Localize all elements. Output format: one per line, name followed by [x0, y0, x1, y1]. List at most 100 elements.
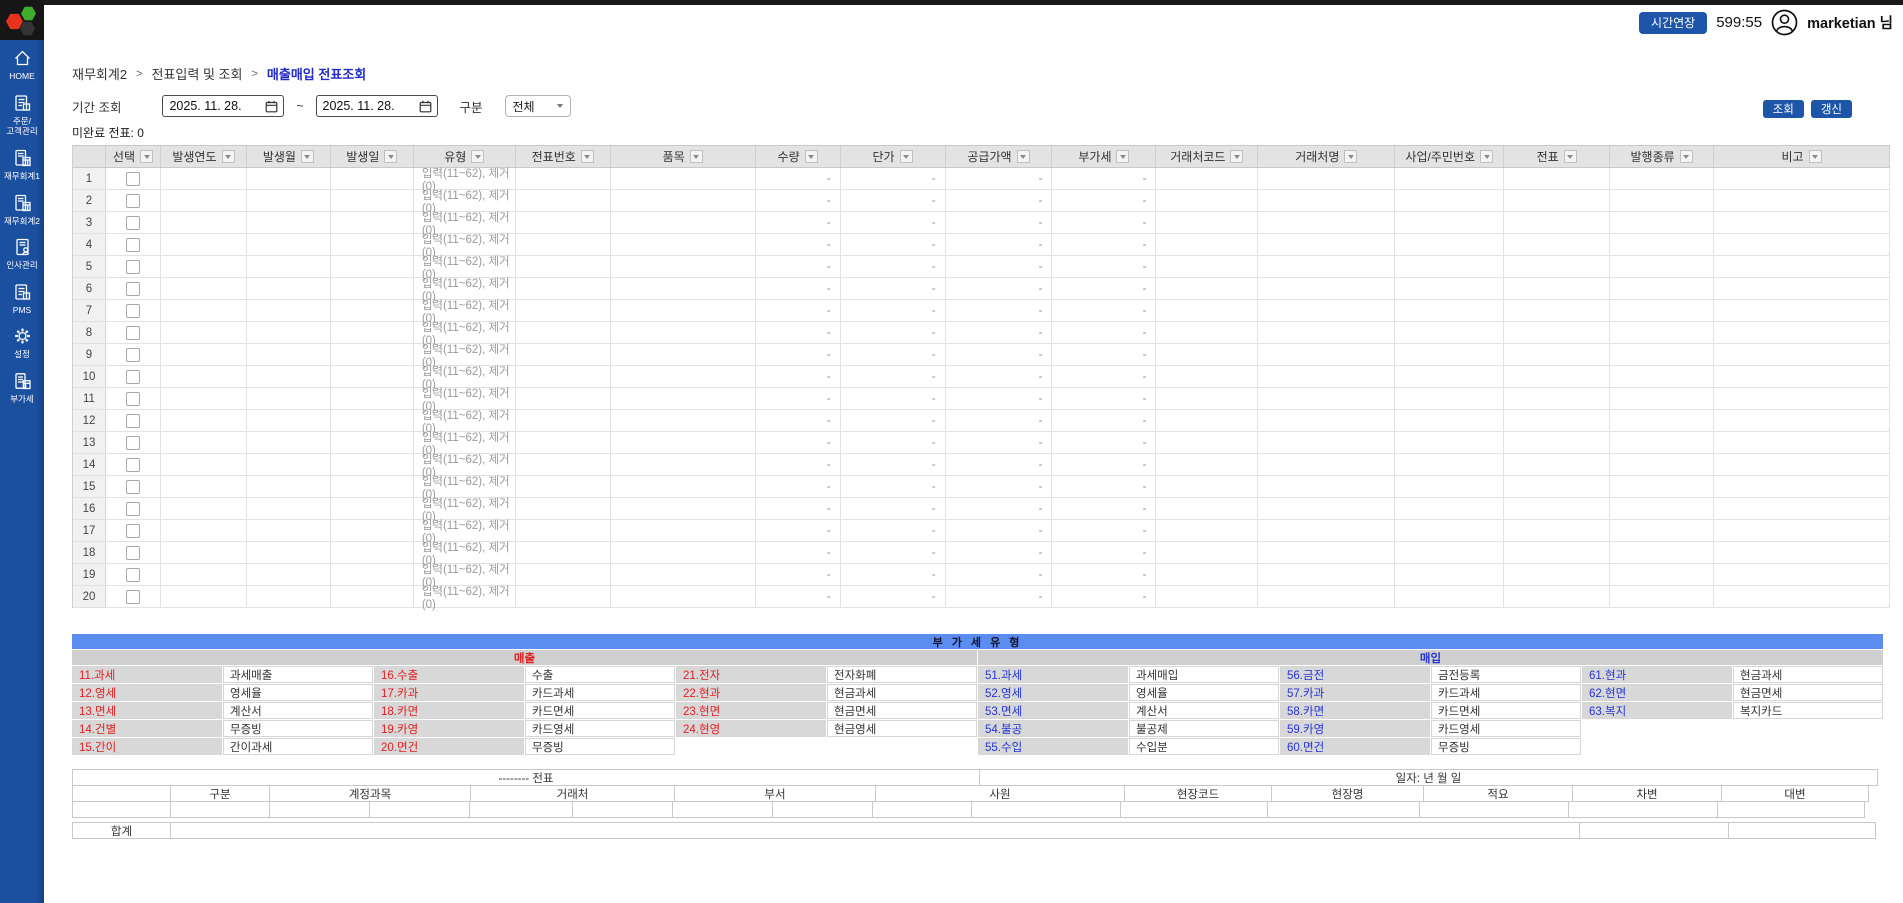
filter-icon[interactable] — [222, 150, 235, 163]
table-row[interactable]: 19입력(11~62), 제거(0)---- — [73, 564, 1890, 586]
column-header[interactable]: 공급가액 — [946, 146, 1053, 167]
row-checkbox[interactable] — [126, 392, 140, 406]
row-checkbox[interactable] — [126, 172, 140, 186]
filter-icon[interactable] — [301, 150, 314, 163]
vat-code: 21.전자 — [676, 666, 826, 683]
row-checkbox[interactable] — [126, 458, 140, 472]
sidebar-item-부가세[interactable]: 부가세 — [0, 371, 44, 405]
row-checkbox[interactable] — [126, 436, 140, 450]
filter-icon[interactable] — [1017, 150, 1030, 163]
table-row[interactable]: 4입력(11~62), 제거(0)---- — [73, 234, 1890, 256]
row-checkbox[interactable] — [126, 568, 140, 582]
table-row[interactable]: 1입력(11~62), 제거(0)---- — [73, 168, 1890, 190]
row-checkbox[interactable] — [126, 502, 140, 516]
table-row[interactable]: 15입력(11~62), 제거(0)---- — [73, 476, 1890, 498]
filter-icon[interactable] — [1230, 150, 1243, 163]
row-checkbox[interactable] — [126, 414, 140, 428]
table-row[interactable]: 13입력(11~62), 제거(0)---- — [73, 432, 1890, 454]
column-header[interactable]: 전표번호 — [516, 146, 611, 167]
column-header[interactable]: 부가세 — [1052, 146, 1156, 167]
filter-icon[interactable] — [384, 150, 397, 163]
refresh-button[interactable]: 갱신 — [1811, 100, 1852, 118]
table-row[interactable]: 7입력(11~62), 제거(0)---- — [73, 300, 1890, 322]
row-checkbox[interactable] — [126, 194, 140, 208]
filter-icon[interactable] — [1809, 150, 1822, 163]
column-header[interactable]: 수량 — [756, 146, 841, 167]
table-row[interactable]: 9입력(11~62), 제거(0)---- — [73, 344, 1890, 366]
table-row[interactable]: 17입력(11~62), 제거(0)---- — [73, 520, 1890, 542]
filter-icon[interactable] — [1344, 150, 1357, 163]
breadcrumb-menu[interactable]: 전표입력 및 조회 — [152, 64, 243, 83]
app-logo[interactable] — [0, 0, 44, 40]
avatar[interactable] — [1771, 9, 1798, 36]
filter-icon[interactable] — [1480, 150, 1493, 163]
sidebar-item-주문-고객관리[interactable]: 주문/고객관리 — [0, 93, 44, 137]
filter-icon[interactable] — [1116, 150, 1129, 163]
row-checkbox[interactable] — [126, 282, 140, 296]
calendar-icon[interactable] — [265, 100, 278, 113]
table-row[interactable]: 5입력(11~62), 제거(0)---- — [73, 256, 1890, 278]
table-row[interactable]: 8입력(11~62), 제거(0)---- — [73, 322, 1890, 344]
column-header[interactable]: 사업/주민번호 — [1395, 146, 1504, 167]
cell-사업/주민번호 — [1395, 168, 1504, 189]
sidebar-item-pms[interactable]: PMS — [0, 282, 44, 316]
row-checkbox[interactable] — [126, 480, 140, 494]
row-checkbox[interactable] — [126, 216, 140, 230]
row-checkbox[interactable] — [126, 304, 140, 318]
cell-수량: - — [756, 432, 841, 453]
cell-비고 — [1714, 168, 1890, 189]
table-row[interactable]: 12입력(11~62), 제거(0)---- — [73, 410, 1890, 432]
row-checkbox[interactable] — [126, 524, 140, 538]
date-from-input[interactable]: 2025. 11. 28. — [162, 95, 284, 117]
sidebar-item-재무회계2[interactable]: 재무회계2 — [0, 193, 44, 227]
table-row[interactable]: 20입력(11~62), 제거(0)---- — [73, 586, 1890, 608]
extend-time-button[interactable]: 시간연장 — [1639, 12, 1707, 34]
row-checkbox[interactable] — [126, 370, 140, 384]
table-row[interactable]: 6입력(11~62), 제거(0)---- — [73, 278, 1890, 300]
date-to-input[interactable]: 2025. 11. 28. — [316, 95, 438, 117]
table-row[interactable]: 3입력(11~62), 제거(0)---- — [73, 212, 1890, 234]
sidebar-item-설정[interactable]: 설정 — [0, 326, 44, 360]
sidebar-item-재무회계1[interactable]: 재무회계1 — [0, 148, 44, 182]
breadcrumb-module[interactable]: 재무회계2 — [72, 64, 127, 83]
filter-icon[interactable] — [140, 150, 153, 163]
column-header[interactable]: 발생월 — [247, 146, 331, 167]
filter-icon[interactable] — [581, 150, 594, 163]
filter-icon[interactable] — [1564, 150, 1577, 163]
calendar-icon[interactable] — [419, 100, 432, 113]
slip-total-credit — [1728, 822, 1876, 839]
column-header[interactable]: 발생연도 — [161, 146, 247, 167]
column-header[interactable]: 선택 — [106, 146, 161, 167]
column-header[interactable]: 비고 — [1714, 146, 1890, 167]
filter-icon[interactable] — [471, 150, 484, 163]
table-row[interactable]: 14입력(11~62), 제거(0)---- — [73, 454, 1890, 476]
filter-icon[interactable] — [805, 150, 818, 163]
table-row[interactable]: 11입력(11~62), 제거(0)---- — [73, 388, 1890, 410]
row-checkbox[interactable] — [126, 238, 140, 252]
finance2-icon — [12, 193, 33, 213]
search-button[interactable]: 조회 — [1763, 100, 1804, 118]
cell-선택 — [106, 454, 161, 475]
category-select[interactable]: 전체 — [505, 95, 571, 117]
row-checkbox[interactable] — [126, 348, 140, 362]
row-checkbox[interactable] — [126, 260, 140, 274]
sidebar-item-home[interactable]: HOME — [0, 48, 44, 82]
table-row[interactable]: 10입력(11~62), 제거(0)---- — [73, 366, 1890, 388]
table-row[interactable]: 16입력(11~62), 제거(0)---- — [73, 498, 1890, 520]
column-header[interactable]: 거래처코드 — [1156, 146, 1258, 167]
filter-icon[interactable] — [1680, 150, 1693, 163]
table-row[interactable]: 2입력(11~62), 제거(0)---- — [73, 190, 1890, 212]
column-header[interactable]: 전표 — [1504, 146, 1610, 167]
row-checkbox[interactable] — [126, 546, 140, 560]
table-row[interactable]: 18입력(11~62), 제거(0)---- — [73, 542, 1890, 564]
column-header[interactable]: 품목 — [611, 146, 756, 167]
row-checkbox[interactable] — [126, 326, 140, 340]
column-header[interactable]: 단가 — [841, 146, 946, 167]
column-header[interactable]: 발행종류 — [1610, 146, 1714, 167]
filter-icon[interactable] — [900, 150, 913, 163]
column-header[interactable]: 발생일 — [331, 146, 414, 167]
sidebar-item-인사관리[interactable]: 인사관리 — [0, 237, 44, 271]
row-checkbox[interactable] — [126, 590, 140, 604]
column-header[interactable]: 거래처명 — [1258, 146, 1395, 167]
filter-icon[interactable] — [690, 150, 703, 163]
